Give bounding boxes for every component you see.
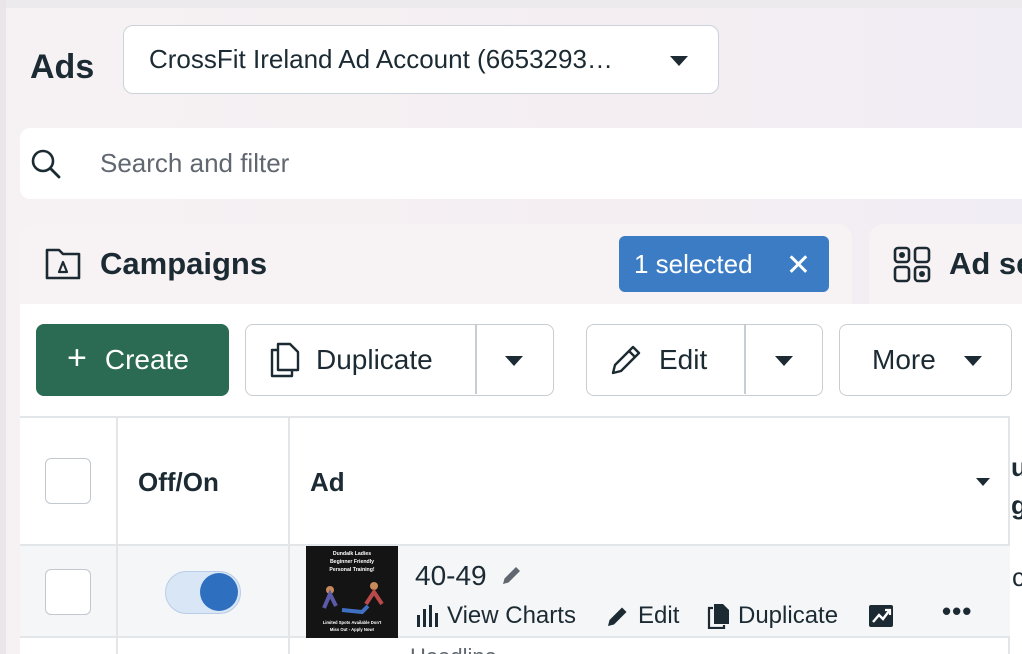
view-charts-link[interactable]: View Charts [415, 602, 576, 630]
adsets-title: Ad se [949, 246, 1022, 281]
ad-account-value: CrossFit Ireland Ad Account (6653293… [149, 44, 613, 74]
bar-chart-icon [417, 605, 438, 627]
column-divider [116, 546, 118, 654]
row-duplicate-label: Duplicate [738, 602, 839, 629]
pencil-icon [611, 345, 641, 375]
pencil-icon [608, 607, 627, 626]
more-icon[interactable]: ••• [942, 596, 972, 627]
row-duplicate-link[interactable]: Duplicate [706, 602, 838, 630]
search-input[interactable]: Search and filter [100, 148, 289, 179]
ad-creative-image: Dundalk Ladies Beginner Friendly Persona… [306, 546, 398, 638]
pencil-icon[interactable] [500, 563, 524, 587]
page-title: Ads [30, 48, 95, 86]
column-header-toggle[interactable]: Off/On [138, 467, 219, 498]
toggle-knob [200, 573, 238, 611]
next-row-partial: Headline [410, 646, 497, 654]
svg-text:Miss Out - Apply Now!: Miss Out - Apply Now! [330, 627, 374, 632]
next-row-partial-text: Headline [410, 646, 497, 654]
duplicate-icon [270, 342, 300, 378]
plus-icon: + [67, 338, 87, 377]
ad-account-select[interactable]: CrossFit Ireland Ad Account (6653293… [123, 25, 719, 94]
close-icon[interactable]: ✕ [786, 248, 811, 283]
svg-text:Dundalk Ladies: Dundalk Ladies [333, 551, 371, 557]
duplicate-button[interactable]: Duplicate [245, 324, 554, 396]
create-button[interactable]: + Create [36, 324, 229, 396]
ad-name[interactable]: 40-49 [415, 560, 524, 592]
column-divider [288, 418, 290, 546]
trend-chart-icon[interactable] [868, 604, 894, 628]
ad-toggle[interactable] [165, 571, 241, 614]
next-column-partial: c [1012, 562, 1022, 592]
create-label: Create [104, 344, 189, 375]
select-all-checkbox[interactable] [45, 458, 91, 504]
split-divider [744, 325, 746, 394]
column-header-ad[interactable]: Ad [310, 467, 345, 498]
edit-button[interactable]: Edit [586, 324, 823, 396]
svg-text:Limited Spots Available Don't: Limited Spots Available Don't [323, 620, 382, 625]
edit-label: Edit [659, 344, 708, 375]
search-icon [31, 149, 61, 179]
chevron-down-icon[interactable] [505, 356, 523, 366]
chevron-down-icon[interactable] [775, 356, 793, 366]
selected-count: 1 selected [634, 248, 753, 279]
ad-name-label: 40-49 [415, 560, 487, 591]
more-label: More [872, 344, 936, 375]
duplicate-label: Duplicate [316, 344, 433, 375]
svg-text:Beginner Friendly: Beginner Friendly [330, 559, 374, 565]
ad-thumbnail[interactable]: Dundalk Ladies Beginner Friendly Persona… [306, 546, 398, 638]
column-divider [116, 418, 118, 546]
grid-icon [893, 246, 931, 283]
campaigns-title: Campaigns [100, 246, 268, 281]
view-charts-label: View Charts [447, 602, 576, 629]
column-divider [288, 546, 290, 654]
selected-chip[interactable]: 1 selected ✕ [619, 236, 829, 292]
more-button[interactable]: More [839, 324, 1012, 396]
chevron-down-icon[interactable] [976, 478, 990, 486]
column-header-partial: u [1011, 452, 1022, 482]
split-divider [475, 325, 477, 394]
row-edit-label: Edit [638, 602, 680, 629]
chevron-down-icon [670, 56, 688, 66]
window-frame-top [6, 0, 1022, 8]
search-bar[interactable]: Search and filter [20, 128, 1022, 199]
column-header-partial: g [1011, 490, 1022, 520]
row-edit-link[interactable]: Edit [606, 602, 679, 630]
duplicate-icon [707, 604, 729, 629]
chevron-down-icon [964, 356, 982, 366]
svg-text:Personal Training!: Personal Training! [329, 567, 375, 573]
row-checkbox[interactable] [45, 569, 91, 615]
folder-icon [45, 248, 81, 280]
